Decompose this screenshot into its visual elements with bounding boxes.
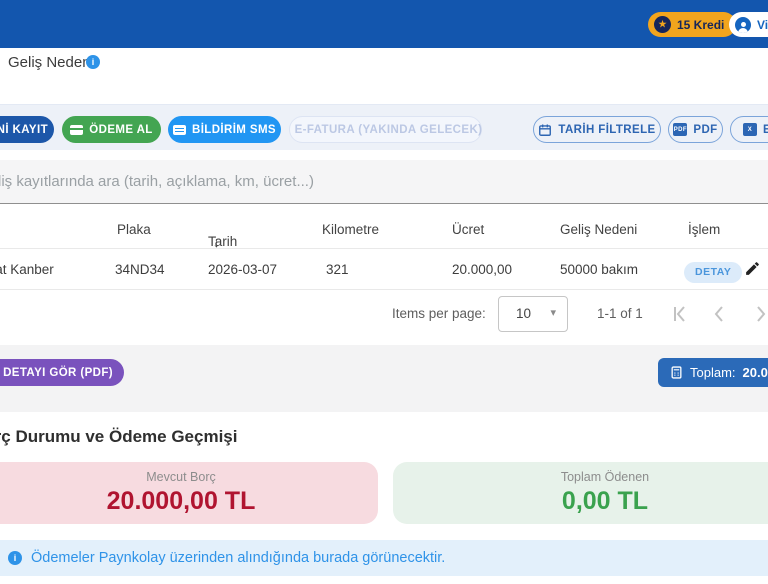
first-page-icon[interactable]	[668, 302, 692, 326]
current-debt-card: Mevcut Borç 20.000,00 TL	[0, 462, 378, 524]
items-per-page-label: Items per page:	[392, 306, 486, 321]
einvoice-label: E-FATURA (YAKINDA GELECEK)	[294, 123, 483, 136]
excel-icon: X	[743, 123, 757, 136]
column-header-islem: İşlem	[688, 222, 721, 237]
credits-badge[interactable]: ★ 15 Kredi	[648, 12, 737, 37]
total-badge: Toplam: 20.000,00 TL	[658, 358, 768, 387]
pdf-label: PDF	[693, 123, 718, 136]
credits-label: 15 Kredi	[677, 17, 725, 32]
search-input[interactable]	[0, 160, 768, 203]
total-paid-value: 0,00 TL	[561, 487, 649, 515]
payments-info-text: Ödemeler Paynkolay üzerinden alındığında…	[31, 550, 446, 566]
user-icon	[735, 16, 751, 33]
calendar-icon	[539, 123, 552, 136]
payments-info-bar: i Ödemeler Paynkolay üzerinden alındığın…	[0, 540, 768, 576]
calculator-icon	[671, 366, 682, 379]
chat-bubble-icon	[172, 124, 186, 135]
account-badge[interactable]: Vitesio	[729, 12, 768, 37]
account-label: Vitesio	[757, 17, 768, 32]
export-excel-button[interactable]: X EXCEL	[730, 116, 768, 143]
new-record-label: YENİ KAYIT	[0, 123, 48, 136]
page-size-value: 10	[516, 306, 532, 321]
table-header-row: Müşteri Plaka Tarih↓ Kilometre Ücret Gel…	[0, 210, 768, 250]
export-pdf-button[interactable]: PDF PDF	[668, 116, 723, 143]
info-icon[interactable]: i	[86, 55, 100, 69]
total-paid-label: Toplam Ödenen	[560, 470, 650, 484]
top-header-bar: ★ 15 Kredi Vitesio	[0, 0, 768, 48]
page-range-label: 1-1 of 1	[597, 306, 643, 321]
page: ★ 15 Kredi Vitesio Geliş Nedeni i YENİ K…	[0, 0, 768, 584]
chevron-down-icon: ▾	[550, 307, 556, 319]
table-row: Murat Kanber 34ND34 2026-03-07 321 20.00…	[0, 249, 768, 290]
date-filter-button[interactable]: TARİH FİLTRELE	[533, 116, 661, 143]
total-paid-card: Toplam Ödenen 0,00 TL	[393, 462, 768, 524]
excel-label: EXCEL	[763, 123, 768, 136]
detail-button[interactable]: DETAY	[684, 262, 743, 283]
total-label: Toplam:	[690, 365, 736, 380]
take-payment-button[interactable]: ÖDEME AL	[62, 116, 161, 143]
credit-card-icon	[70, 124, 84, 135]
sms-label: BİLDİRİM SMS	[191, 123, 277, 136]
cell-kilometre: 321	[326, 262, 349, 277]
cell-musteri: Murat Kanber	[0, 262, 54, 277]
column-header-plaka[interactable]: Plaka	[117, 222, 151, 237]
cell-tarih: 2026-03-07	[208, 262, 278, 277]
column-header-ucret[interactable]: Ücret	[452, 222, 484, 237]
column-header-kilometre[interactable]: Kilometre	[322, 222, 379, 237]
new-record-button[interactable]: YENİ KAYIT	[0, 116, 54, 143]
total-detail-label: TOPLAM DETAYI GÖR (PDF)	[0, 366, 113, 379]
search-field	[0, 160, 768, 204]
previous-page-icon[interactable]	[708, 302, 732, 326]
next-page-icon[interactable]	[748, 302, 768, 326]
total-detail-pdf-button[interactable]: TOPLAM DETAYI GÖR (PDF)	[0, 359, 124, 386]
cell-gelis-nedeni: 50000 bakım	[560, 262, 639, 277]
current-debt-label: Mevcut Borç	[146, 470, 216, 484]
coin-icon: ★	[654, 16, 671, 33]
section-title: Geliş Nedeni	[8, 54, 94, 71]
cell-plaka: 34ND34	[115, 262, 165, 277]
info-icon: i	[8, 551, 22, 565]
date-filter-label: TARİH FİLTRELE	[558, 123, 656, 136]
column-header-gelis-nedeni[interactable]: Geliş Nedeni	[560, 222, 637, 237]
paginator: Items per page: 10 ▾ 1-1 of 1	[0, 291, 768, 339]
cell-ucret: 20.000,00	[452, 262, 513, 277]
sort-desc-icon[interactable]: ↓	[213, 234, 220, 250]
current-debt-value: 20.000,00 TL	[106, 487, 256, 515]
page-size-select[interactable]: 10 ▾	[498, 296, 568, 332]
sms-notification-button[interactable]: BİLDİRİM SMS	[168, 116, 281, 143]
pdf-icon: PDF	[673, 123, 688, 136]
debt-section-title: Borç Durumu ve Ödeme Geçmişi	[0, 427, 238, 446]
einvoice-button-disabled: E-FATURA (YAKINDA GELECEK)	[289, 116, 482, 143]
edit-pencil-icon[interactable]	[744, 260, 761, 277]
take-payment-label: ÖDEME AL	[89, 123, 153, 136]
total-value: 20.000,00 TL	[742, 365, 768, 380]
